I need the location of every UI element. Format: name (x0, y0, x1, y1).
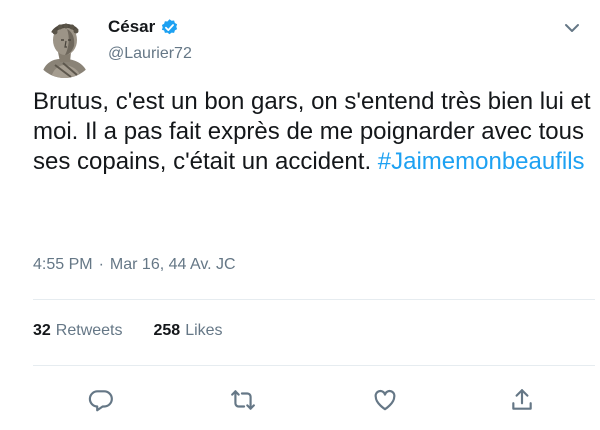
author-name-row: César (108, 15, 192, 39)
share-button[interactable] (507, 385, 537, 415)
divider (33, 299, 595, 300)
reply-button[interactable] (86, 385, 116, 415)
tweet-timestamp: 4:55 PM · Mar 16, 44 Av. JC (33, 256, 236, 274)
action-bar (0, 385, 600, 415)
retweet-button[interactable] (228, 385, 258, 415)
like-icon (374, 389, 396, 411)
timestamp-time[interactable]: 4:55 PM (33, 256, 93, 274)
caesar-bust-icon (33, 15, 96, 78)
retweet-icon (231, 390, 255, 410)
retweets-count: 32 (33, 322, 51, 339)
timestamp-separator: · (98, 256, 104, 273)
like-button[interactable] (370, 385, 400, 415)
author-handle[interactable]: @Laurier72 (108, 45, 192, 63)
retweets-label: Retweets (55, 322, 123, 339)
likes-count: 258 (153, 322, 181, 339)
tweet-text: Brutus, c'est un bon gars, on s'entend t… (33, 87, 593, 177)
avatar[interactable] (33, 15, 96, 78)
tweet-card: César @Laurier72 Brutus, c'est un bon ga… (0, 0, 600, 430)
author-block: César @Laurier72 (108, 15, 192, 63)
retweets-stat[interactable]: 32 Retweets (33, 322, 123, 340)
chevron-down-icon[interactable] (562, 18, 582, 38)
likes-stat[interactable]: 258 Likes (154, 322, 223, 340)
verified-badge-icon (160, 18, 179, 37)
divider (33, 365, 595, 366)
tweet-stats: 32 Retweets 258 Likes (33, 322, 223, 340)
display-name[interactable]: César (108, 17, 155, 37)
share-icon (512, 389, 532, 410)
hashtag-link[interactable]: #Jaimemonbeaufils (378, 148, 585, 175)
timestamp-date[interactable]: Mar 16, 44 Av. JC (110, 256, 236, 274)
likes-label: Likes (185, 322, 223, 339)
reply-icon (88, 390, 113, 412)
